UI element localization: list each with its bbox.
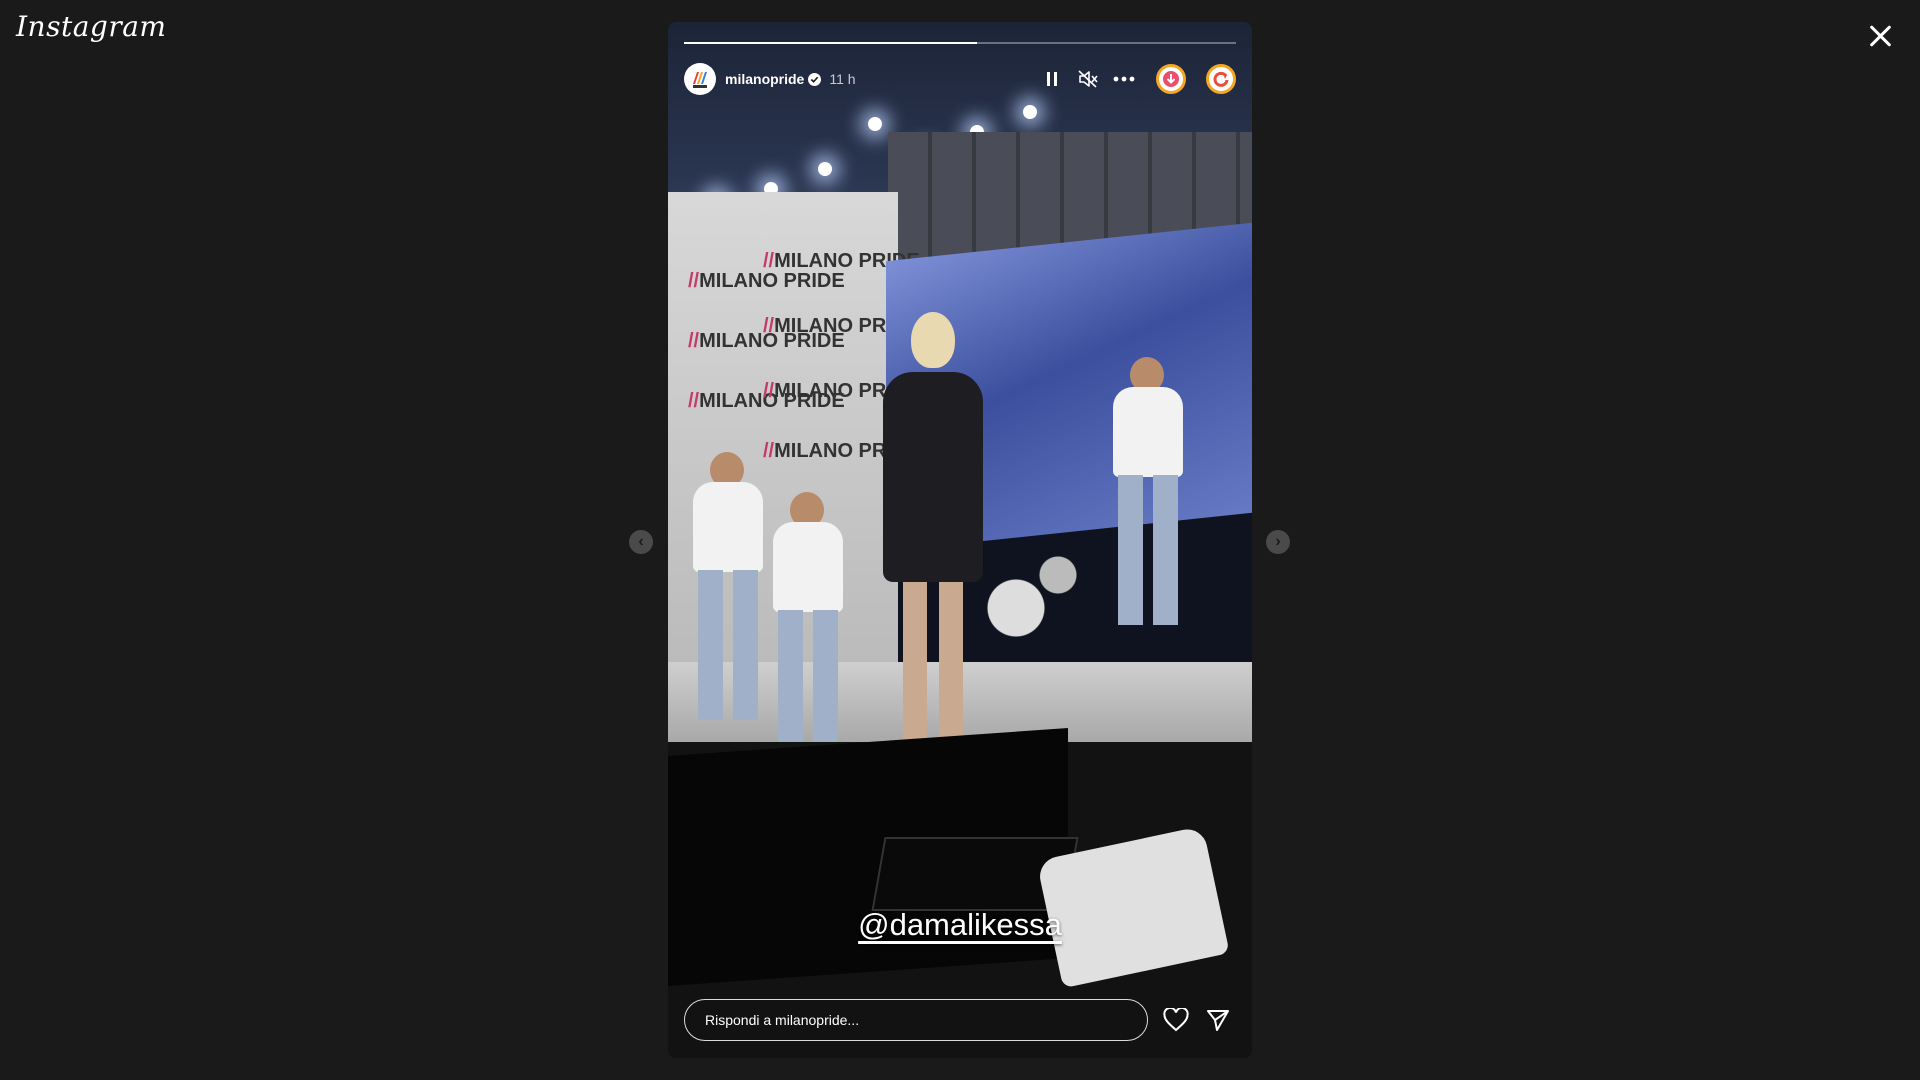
story-media: //MILANO PRIDE //MILANO PRIDE //MILANO P… [668, 22, 1252, 1058]
reply-input[interactable] [684, 999, 1148, 1041]
send-icon[interactable] [1204, 1006, 1232, 1034]
story-viewer[interactable]: //MILANO PRIDE //MILANO PRIDE //MILANO P… [668, 22, 1252, 1058]
refresh-extension-icon[interactable] [1206, 64, 1236, 94]
mute-icon[interactable] [1076, 67, 1100, 91]
more-icon[interactable] [1112, 67, 1136, 91]
reply-bar [684, 998, 1236, 1042]
instagram-logo[interactable]: Instagram [16, 10, 166, 43]
chevron-left-icon[interactable]: ‹ [629, 530, 653, 554]
heart-icon[interactable] [1162, 1006, 1190, 1034]
verified-badge-icon [808, 72, 822, 86]
story-timestamp: 11 h [829, 71, 856, 87]
mention-sticker[interactable]: @damalikessa [668, 907, 1252, 943]
story-username[interactable]: milanopride [725, 71, 804, 87]
close-icon[interactable] [1864, 20, 1896, 52]
story-progress-bar [684, 42, 1236, 44]
pause-icon[interactable] [1040, 67, 1064, 91]
story-progress-fill [684, 42, 977, 44]
chevron-right-icon[interactable]: › [1266, 530, 1290, 554]
backdrop-tag: MILANO PRIDE [699, 270, 845, 292]
download-extension-icon[interactable] [1156, 64, 1186, 94]
milano-pride-logo-icon [693, 72, 707, 88]
story-header: milanopride 11 h [684, 62, 1236, 96]
avatar[interactable] [684, 63, 716, 95]
